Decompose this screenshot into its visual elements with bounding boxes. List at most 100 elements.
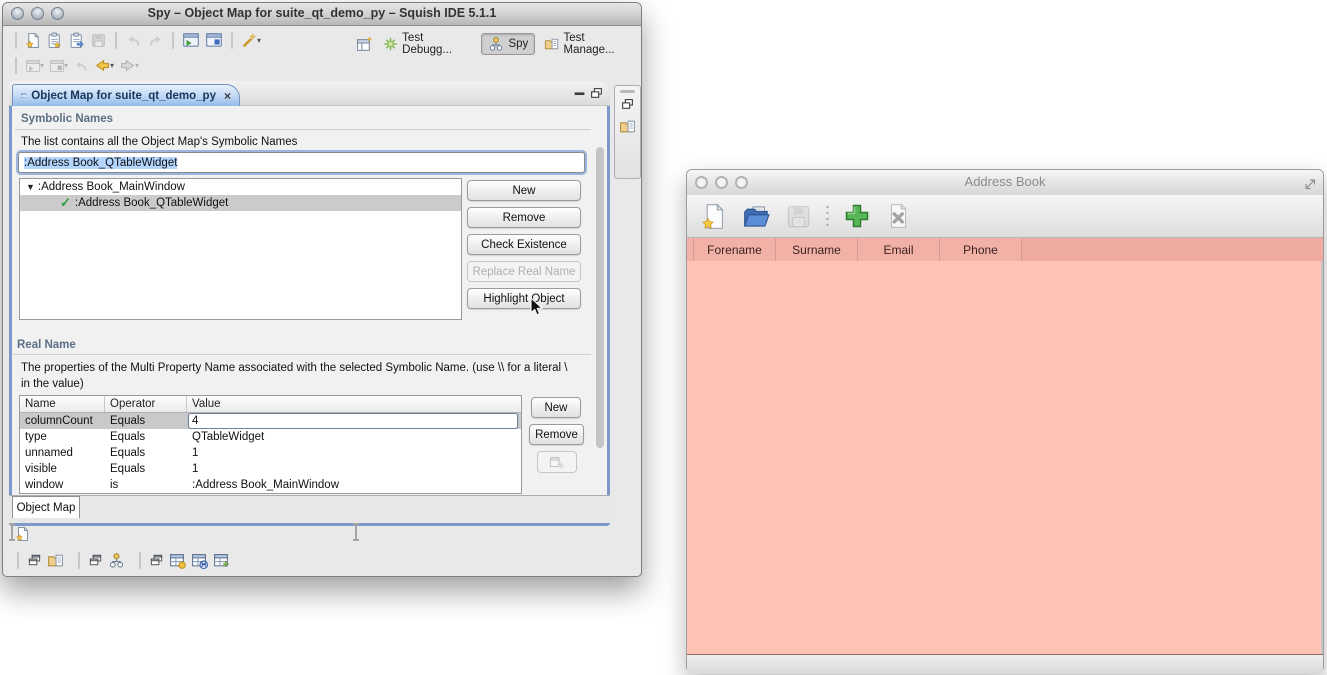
symbolic-new-button[interactable]: New <box>467 180 581 201</box>
restore-view-button[interactable] <box>148 552 165 569</box>
restore-view-button[interactable] <box>26 552 43 569</box>
perspective-spy[interactable]: Spy <box>481 33 535 55</box>
resize-icon[interactable] <box>1302 176 1316 190</box>
address-book-window: Address Book Forename Surname Email Phon… <box>686 169 1324 672</box>
save-file-button[interactable] <box>785 203 812 230</box>
col-header-phone[interactable]: Phone <box>940 238 1022 261</box>
property-remove-button[interactable]: Remove <box>529 424 584 445</box>
col-header-surname[interactable]: Surname <box>776 238 858 261</box>
fastview-toolbar <box>13 551 231 570</box>
property-new-button[interactable]: New <box>531 397 581 418</box>
close-tab-icon[interactable]: × <box>224 90 231 102</box>
address-book-toolbar <box>687 195 1323 238</box>
undo-button[interactable] <box>124 31 143 50</box>
run-dropdown-button[interactable]: ▾ <box>48 57 69 75</box>
col-header-email[interactable]: Email <box>858 238 940 261</box>
toolbar-separator <box>15 57 17 74</box>
squish-ide-window: Spy – Object Map for suite_qt_demo_py – … <box>2 2 642 577</box>
col-header-name[interactable]: Name <box>20 396 105 412</box>
section-rule <box>13 354 591 355</box>
toolbar-separator <box>15 32 17 49</box>
tab-object-map-page[interactable]: Object Map <box>12 496 80 518</box>
new-test-case-button[interactable] <box>45 31 64 50</box>
record-snippet-button[interactable] <box>181 30 201 50</box>
header-filler <box>1022 238 1323 261</box>
folder-icon <box>544 36 559 52</box>
perspective-test-debugging[interactable]: Test Debugg... <box>377 30 478 58</box>
address-book-statusbar <box>687 654 1323 674</box>
delete-entry-button[interactable] <box>885 203 911 229</box>
forward-button[interactable]: ▾ <box>118 56 140 75</box>
table-row[interactable]: type Equals QTableWidget <box>20 429 521 445</box>
minimize-view-button[interactable] <box>573 87 586 100</box>
toolbar-drag-handle[interactable] <box>355 523 357 541</box>
new-file-button[interactable] <box>701 203 728 230</box>
col-header-operator[interactable]: Operator <box>105 396 187 412</box>
toolbar-separator <box>17 552 19 569</box>
scrollbar-thumb[interactable] <box>596 147 604 448</box>
spy-titlebar[interactable]: Spy – Object Map for suite_qt_demo_py – … <box>3 3 641 26</box>
open-file-button[interactable] <box>742 203 771 230</box>
maximize-view-button[interactable] <box>590 87 603 100</box>
col-header-forename[interactable]: Forename <box>694 238 776 261</box>
symbolic-name-input[interactable]: :Address Book_QTableWidget <box>18 152 585 173</box>
replace-real-name-button[interactable]: Replace Real Name <box>467 261 581 282</box>
table-header-row: Name Operator Value <box>20 396 521 413</box>
panel-drag-handle[interactable] <box>620 90 635 93</box>
dropdown-arrow-icon[interactable]: ▾ <box>257 36 261 45</box>
table-row[interactable]: unnamed Equals 1 <box>20 445 521 461</box>
stop-button[interactable] <box>72 57 90 75</box>
new-test-suite-button[interactable] <box>24 31 42 50</box>
properties-view-button[interactable] <box>168 551 187 570</box>
test-management-fastview-button[interactable] <box>619 118 636 135</box>
redo-button[interactable] <box>146 31 165 50</box>
highlight-object-button[interactable]: Highlight Object <box>467 288 581 309</box>
disclosure-triangle-icon[interactable]: ▼ <box>26 182 35 192</box>
add-entry-button[interactable] <box>843 202 871 230</box>
secondary-toolbar: ▾ ▾ ▾ ▾ <box>11 56 140 75</box>
picker-view-button[interactable] <box>212 551 231 570</box>
mouse-cursor <box>530 297 544 317</box>
restore-view-button[interactable] <box>621 98 634 111</box>
open-perspective-button[interactable] <box>355 35 374 54</box>
back-button[interactable]: ▾ <box>93 56 115 75</box>
window-title: Spy – Object Map for suite_qt_demo_py – … <box>3 6 641 20</box>
spy-view-button[interactable] <box>107 551 126 570</box>
real-name-section-title: Real Name <box>17 339 76 351</box>
object-map-tab-icon <box>21 88 26 103</box>
table-row[interactable]: visible Equals 1 <box>20 461 521 477</box>
launch-aut-spy-button[interactable]: ▾ <box>240 31 262 50</box>
address-book-titlebar[interactable]: Address Book <box>687 170 1323 196</box>
perspective-label: Test Manage... <box>563 32 635 56</box>
save-button[interactable] <box>89 31 108 50</box>
debug-dropdown-button[interactable]: ▾ <box>24 57 45 75</box>
form-scrollbar[interactable] <box>595 132 605 464</box>
tree-item-label: :Address Book_QTableWidget <box>75 197 228 209</box>
address-book-table-header: Forename Surname Email Phone <box>687 238 1323 262</box>
symbolic-remove-button[interactable]: Remove <box>467 207 581 228</box>
perspective-label: Spy <box>508 38 528 50</box>
tab-object-map-editor[interactable]: Object Map for suite_qt_demo_py × <box>12 84 240 106</box>
col-header-value[interactable]: Value <box>187 396 521 412</box>
methods-view-button[interactable] <box>190 551 209 570</box>
run-test-button[interactable] <box>204 30 224 50</box>
check-existence-button[interactable]: Check Existence <box>467 234 581 255</box>
window-title: Address Book <box>687 174 1323 189</box>
tree-item-mainwindow[interactable]: ▼ :Address Book_MainWindow <box>20 179 461 195</box>
convert-icon <box>549 454 565 470</box>
toolbar-separator <box>231 32 233 49</box>
perspective-test-management[interactable]: Test Manage... <box>538 30 641 58</box>
test-management-view-button[interactable] <box>46 551 65 570</box>
open-test-suite-button[interactable] <box>67 31 86 50</box>
toolbar-separator <box>172 32 174 49</box>
address-book-table-body-highlighted[interactable] <box>687 261 1323 654</box>
table-row[interactable]: window is :Address Book_MainWindow <box>20 477 521 493</box>
table-row[interactable]: columnCount Equals 4 <box>20 413 521 429</box>
tree-item-qtablewidget[interactable]: ✓ :Address Book_QTableWidget <box>20 195 461 211</box>
toolbar-separator <box>78 552 80 569</box>
new-object-trim-icon[interactable] <box>15 526 31 542</box>
toolbar-drag-handle[interactable] <box>11 523 13 541</box>
restore-view-button[interactable] <box>87 552 104 569</box>
convert-property-button[interactable] <box>537 451 577 473</box>
value-edit-field[interactable]: 4 <box>188 413 518 429</box>
